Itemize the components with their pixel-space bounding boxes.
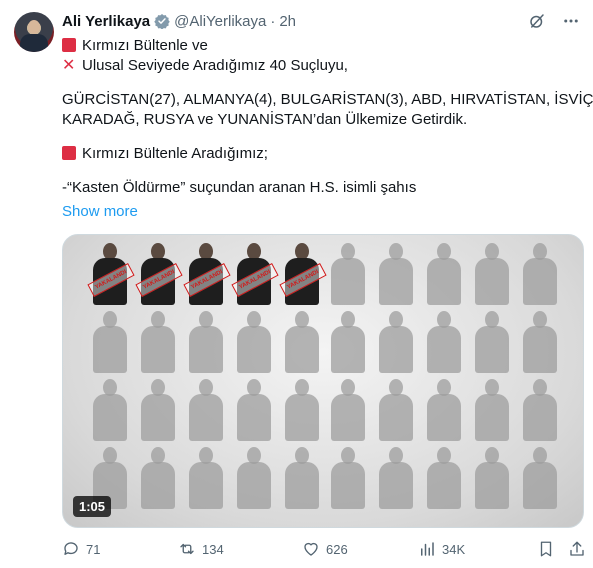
verified-badge-icon <box>154 14 170 29</box>
wanted-suspect-silhouette <box>283 379 321 441</box>
share-icon <box>570 541 584 556</box>
captured-suspect-figure: YAKALANDI <box>231 243 279 305</box>
tweet-line-6: -“Kasten Öldürme” suçundan aranan H.S. i… <box>62 179 417 196</box>
wanted-suspect-silhouette <box>187 311 225 373</box>
avatar-suit <box>20 34 48 52</box>
tweet-line-5: Kırmızı Bültenle Aradığımız; <box>62 144 582 164</box>
tweet-line-1-text: Kırmızı Bültenle ve <box>82 37 208 54</box>
bookmark-icon <box>540 541 552 557</box>
reply-count: 71 <box>86 541 101 557</box>
wanted-suspect-silhouette <box>235 311 273 373</box>
tweet-line-4: KARADAĞ, RUSYA ve YUNANİSTAN’dan Ülkemiz… <box>62 111 468 128</box>
tweet-line-2-text: Ulusal Seviyede Aradığımız 40 Suçluyu, <box>82 57 348 74</box>
captured-suspect-figure: YAKALANDI <box>135 243 183 305</box>
video-player[interactable]: YAKALANDI YAKALANDI YAKALANDI YAKALANDI YAKA… <box>62 234 584 528</box>
tweet-actions: 71 134 626 34K <box>62 538 587 560</box>
repost-button[interactable]: 134 <box>178 538 224 560</box>
tweet-text: Kırmızı Bültenle ve ✕ Ulusal Seviyede Ara… <box>62 36 593 198</box>
avatar-face <box>28 20 40 34</box>
author-handle[interactable]: @AliYerlikaya <box>174 13 266 30</box>
wanted-suspect-silhouette <box>187 447 225 509</box>
show-more-link[interactable]: Show more <box>62 203 138 220</box>
wanted-suspect-silhouette <box>473 311 511 373</box>
wanted-suspect-silhouette <box>139 311 177 373</box>
like-button[interactable]: 626 <box>302 538 348 560</box>
views-button[interactable]: 34K <box>418 538 465 560</box>
reply-button[interactable]: 71 <box>62 538 100 560</box>
wanted-suspect-silhouette <box>91 311 129 373</box>
more-icon[interactable] <box>561 11 581 31</box>
red-square-icon <box>62 38 76 52</box>
wanted-suspect-silhouette <box>521 311 559 373</box>
tweet-top-actions <box>527 11 581 31</box>
wanted-suspect-silhouette <box>139 447 177 509</box>
wanted-suspect-silhouette <box>473 447 511 509</box>
share-button[interactable] <box>568 538 586 560</box>
wanted-suspect-silhouette <box>473 379 511 441</box>
wanted-suspect-silhouette <box>329 379 367 441</box>
wanted-suspect-silhouette <box>187 379 225 441</box>
tweet-line-2: ✕ Ulusal Seviyede Aradığımız 40 Suçluyu, <box>62 56 582 76</box>
wanted-suspect-silhouette <box>377 447 415 509</box>
repost-icon <box>180 543 194 555</box>
tweet-line-5-text: Kırmızı Bültenle Aradığımız; <box>82 145 268 162</box>
wanted-suspect-silhouette <box>329 243 367 305</box>
wanted-suspect-silhouette <box>283 311 321 373</box>
captured-suspect-figure: YAKALANDI <box>183 243 231 305</box>
wanted-suspect-silhouette <box>425 311 463 373</box>
views-icon <box>421 542 434 556</box>
wanted-suspect-silhouette <box>139 379 177 441</box>
wanted-suspect-silhouette <box>235 379 273 441</box>
wanted-suspect-silhouette <box>425 379 463 441</box>
views-count: 34K <box>442 541 466 557</box>
bookmark-button[interactable] <box>537 538 555 560</box>
wanted-suspect-silhouette <box>329 311 367 373</box>
captured-suspect-figure: YAKALANDI <box>87 243 135 305</box>
tweet-time[interactable]: 2h <box>279 13 296 30</box>
wanted-suspect-silhouette <box>377 243 415 305</box>
wanted-suspect-silhouette <box>283 447 321 509</box>
wanted-suspect-silhouette <box>91 379 129 441</box>
header-separator: · <box>270 12 276 30</box>
tweet-line-1: Kırmızı Bültenle ve <box>62 36 582 56</box>
red-square-icon <box>62 146 76 160</box>
video-duration: 1:05 <box>73 496 112 517</box>
tweet-header: Ali Yerlikaya @AliYerlikaya · 2h <box>62 11 296 31</box>
wanted-suspect-silhouette <box>377 379 415 441</box>
captured-suspect-figure: YAKALANDI <box>279 243 327 305</box>
grok-icon[interactable] <box>527 11 547 31</box>
wanted-suspect-silhouette <box>377 311 415 373</box>
wanted-suspect-silhouette <box>235 447 273 509</box>
reply-icon <box>64 542 78 555</box>
cross-mark-icon: ✕ <box>62 57 76 74</box>
like-icon <box>304 542 318 556</box>
repost-count: 134 <box>202 541 224 557</box>
wanted-suspect-silhouette <box>521 447 559 509</box>
wanted-suspect-silhouette <box>521 379 559 441</box>
avatar[interactable] <box>14 12 54 52</box>
wanted-suspect-silhouette <box>425 243 463 305</box>
wanted-suspect-silhouette <box>521 243 559 305</box>
wanted-suspect-silhouette <box>425 447 463 509</box>
wanted-suspect-silhouette <box>329 447 367 509</box>
author-name[interactable]: Ali Yerlikaya <box>62 13 150 30</box>
like-count: 626 <box>326 541 348 557</box>
wanted-suspect-silhouette <box>473 243 511 305</box>
tweet-line-3: GÜRCİSTAN(27), ALMANYA(4), BULGARİSTAN(3… <box>62 91 593 108</box>
